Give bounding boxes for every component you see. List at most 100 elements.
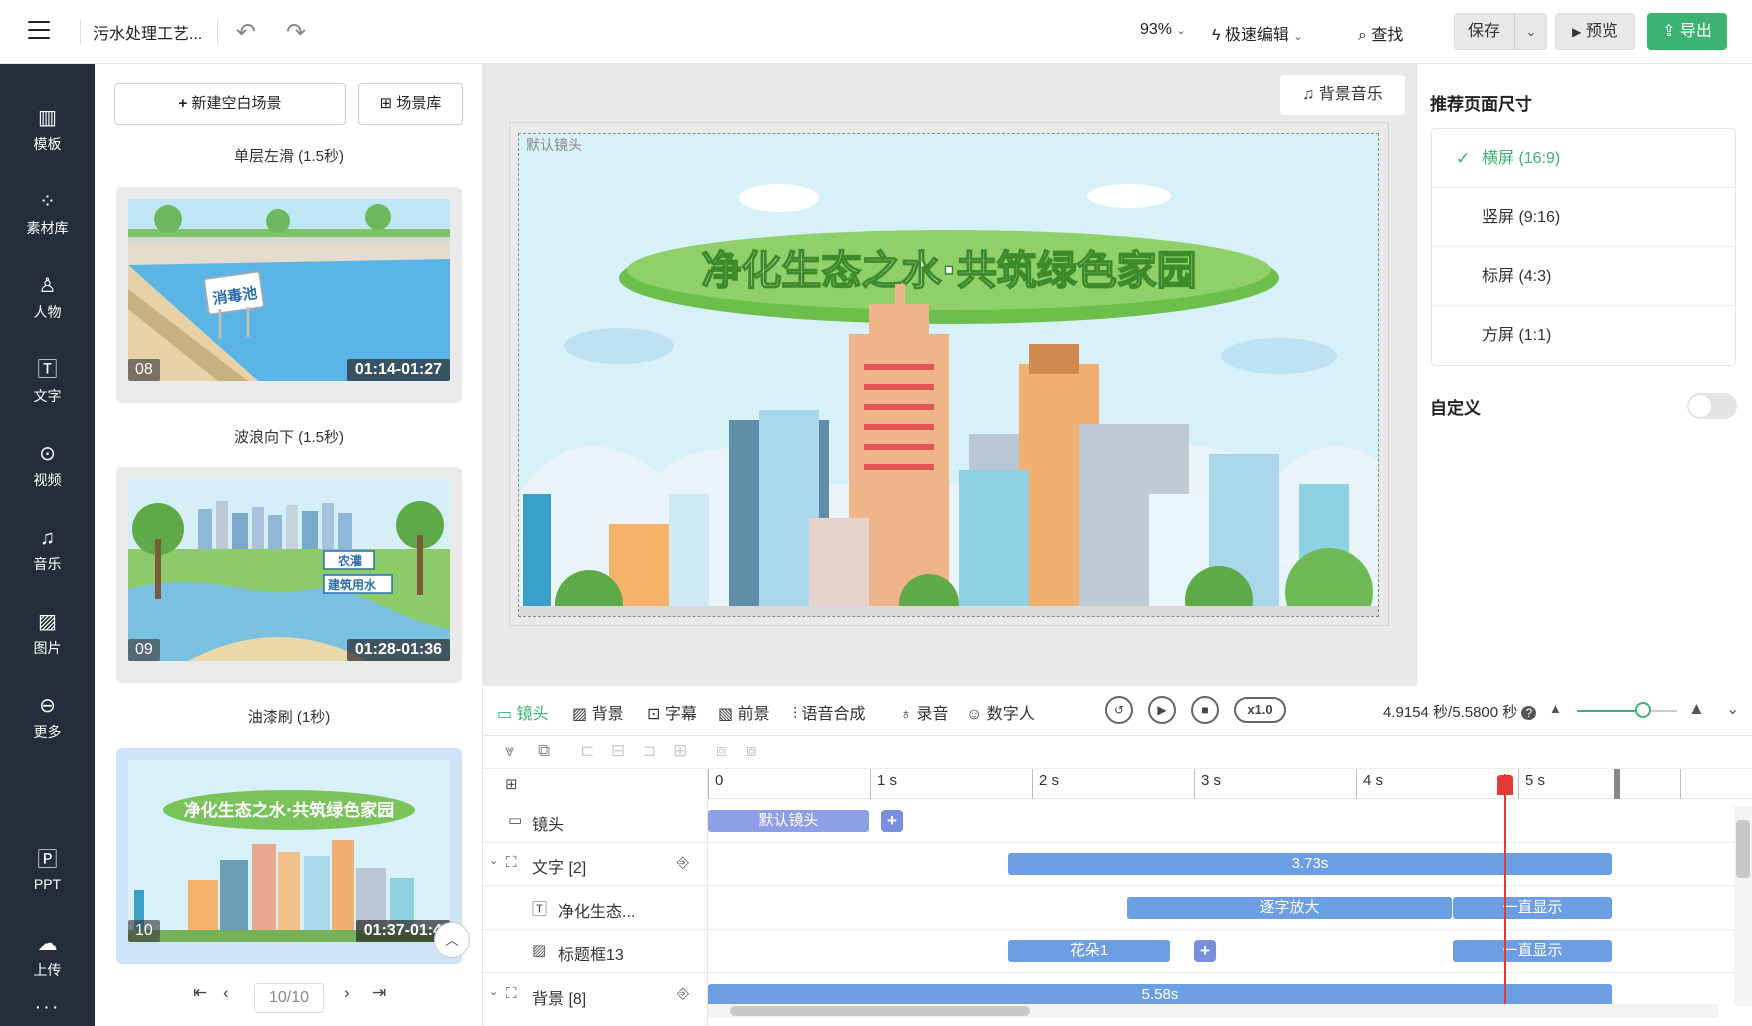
add-clip-button[interactable]: + [1194,940,1216,962]
playhead-handle[interactable] [1497,775,1513,795]
zoom-out-icon[interactable]: ▲ [1549,701,1562,716]
nav-person[interactable]: ♙ 人物 [0,274,95,322]
vertical-scroll-thumb[interactable] [1736,820,1750,878]
nav-text[interactable]: 🅃 文字 [0,358,95,406]
more-dots-icon[interactable]: ··· [0,996,95,1019]
undo-icon[interactable]: ↶ [236,18,256,47]
stop-icon[interactable]: ■ [1191,696,1219,724]
track-label-shot[interactable]: 镜头 [532,811,564,835]
stage-canvas[interactable]: 净化生态之水·共筑绿色家园 [518,133,1379,617]
tick-line [1032,769,1033,799]
tab-digital-human[interactable]: ☺ 数字人 [966,700,1035,724]
size-option-standard[interactable]: 标屏 (4:3) [1432,247,1735,306]
scene-transition-label[interactable]: 波浪向下 (1.5秒) [95,426,483,447]
scroll-up-button[interactable]: ︿ [434,922,470,958]
text-track-icon: ⛶ [506,854,517,871]
scene-transition-label[interactable]: 油漆刷 (1秒) [95,706,483,727]
tab-subtitle[interactable]: ⊡ 字幕 [647,700,697,724]
ungroup-icon[interactable]: ⧇ [746,741,757,761]
clip-always-show[interactable]: 一直显示 [1453,897,1612,919]
replay-icon[interactable]: ↺ [1105,696,1133,724]
add-clip-button[interactable]: + [881,810,903,832]
size-option-landscape[interactable]: ✓ 横屏 (16:9) [1432,129,1735,188]
nav-music[interactable]: ♫ 音乐 [0,526,95,574]
redo-icon[interactable]: ↷ [286,18,306,47]
upload-icon: ☁ [37,933,58,955]
scene-library-button[interactable]: ⊞ 场景库 [358,83,463,125]
track-label-text[interactable]: 文字 [2] [532,854,586,878]
stage-banner-text: 净化生态之水·共筑绿色家园 [701,248,1196,294]
expand-icon[interactable]: ⌄ [489,854,498,867]
clip-background-group[interactable]: 5.58s [708,984,1612,1006]
nav-more[interactable]: ⊖ 更多 [0,694,95,742]
track-label-background[interactable]: 背景 [8] [532,985,586,1009]
tab-foreground[interactable]: ▧ 前景 [718,700,770,724]
preview-button[interactable]: ▶ 预览 [1555,13,1635,50]
clip-always-show[interactable]: 一直显示 [1453,940,1612,962]
playhead[interactable] [1504,774,1506,1010]
play-icon[interactable]: ▶ [1148,696,1176,724]
tab-shot[interactable]: ▭ 镜头 [497,700,549,724]
export-button[interactable]: ⇪ 导出 [1647,13,1727,50]
prev-page-icon[interactable]: ‹ [223,983,229,1003]
clip-text-group[interactable]: 3.73s [1008,853,1612,875]
new-scene-button[interactable]: + 新建空白场景 [114,83,346,125]
save-dropdown-button[interactable]: ⌄ [1514,13,1547,50]
exit-group-icon[interactable]: ⎆ [677,854,689,871]
document-title[interactable]: 污水处理工艺... [93,20,202,44]
image-icon: ▨ [38,611,57,633]
last-page-icon[interactable]: ⇥ [372,983,386,1003]
nav-upload[interactable]: ☁ 上传 [0,932,95,980]
nav-video[interactable]: ⊙ 视频 [0,442,95,490]
end-marker[interactable] [1614,769,1620,799]
collapse-timeline-icon[interactable]: ⌄ [1726,699,1739,719]
clip-zoom-in-effect[interactable]: 逐字放大 [1127,897,1452,919]
timeline-ruler[interactable] [708,769,1752,799]
layers-icon[interactable]: ⧉ [538,741,550,761]
menu-icon[interactable] [28,21,50,41]
help-icon[interactable]: ? [1521,706,1537,720]
next-page-icon[interactable]: › [344,983,350,1003]
nav-material[interactable]: ⁘ 素材库 [0,190,95,238]
scene-transition-label[interactable]: 单层左滑 (1.5秒) [95,145,483,166]
scene-card-selected[interactable]: 净化生态之水·共筑绿色家园 10 01:37-01:4 [116,748,462,964]
nav-template[interactable]: ▥ 模板 [0,106,95,154]
find-button[interactable]: ⌕ 查找 [1358,21,1403,45]
clip-default-shot[interactable]: 默认镜头 [708,810,869,832]
tab-record[interactable]: ♁ 录音 [900,700,948,724]
track-label-title-box[interactable]: 标题框13 [558,941,624,965]
track-label-title-text[interactable]: 净化生态... [558,898,635,922]
zoom-select[interactable]: 93% ⌄ [1140,21,1186,39]
tab-tts[interactable]: ⫶ 语音合成 [793,700,865,724]
scene-card[interactable]: 消毒池 08 01:14-01:27 [116,187,462,403]
align-center-icon[interactable]: ⊟ [611,741,625,761]
scene-time: 01:28-01:36 [346,639,450,661]
edit-mode-select[interactable]: ϟ 极速编辑 ⌄ [1212,21,1303,45]
size-option-square[interactable]: 方屏 (1:1) [1432,306,1735,365]
nav-image[interactable]: ▨ 图片 [0,610,95,658]
nav-label: 人物 [33,304,62,320]
zoom-slider-knob[interactable] [1635,702,1651,718]
speed-button[interactable]: x1.0 [1234,697,1286,723]
track-settings-icon[interactable]: ⊞ [505,775,518,793]
nav-ppt[interactable]: 🄿 PPT [0,848,95,892]
camera-icon: ▭ [497,706,513,723]
page-input[interactable]: 10/10 [254,983,324,1013]
zoom-in-icon[interactable]: ▲ [1688,699,1705,719]
custom-size-toggle[interactable] [1687,393,1737,419]
horizontal-scroll-thumb[interactable] [730,1006,1030,1016]
first-page-icon[interactable]: ⇤ [193,983,207,1003]
background-music-button[interactable]: ♫ 背景音乐 [1280,75,1405,115]
exit-group-icon[interactable]: ⎆ [677,985,689,1002]
scene-card[interactable]: 农灌 建筑用水 09 01:28-01:36 [116,467,462,683]
filter-icon[interactable]: ⩔ [505,741,515,761]
distribute-icon[interactable]: ⊞ [673,741,687,761]
expand-icon[interactable]: ⌄ [489,985,498,998]
tab-background[interactable]: ▨ 背景 [572,700,624,724]
clip-flower-effect[interactable]: 花朵1 [1008,940,1170,962]
group-icon[interactable]: ⧈ [716,741,727,761]
size-option-portrait[interactable]: 竖屏 (9:16) [1432,188,1735,247]
align-right-icon[interactable]: ⊐ [642,741,656,761]
save-button[interactable]: 保存 [1454,13,1514,50]
align-left-icon[interactable]: ⊏ [580,741,594,761]
